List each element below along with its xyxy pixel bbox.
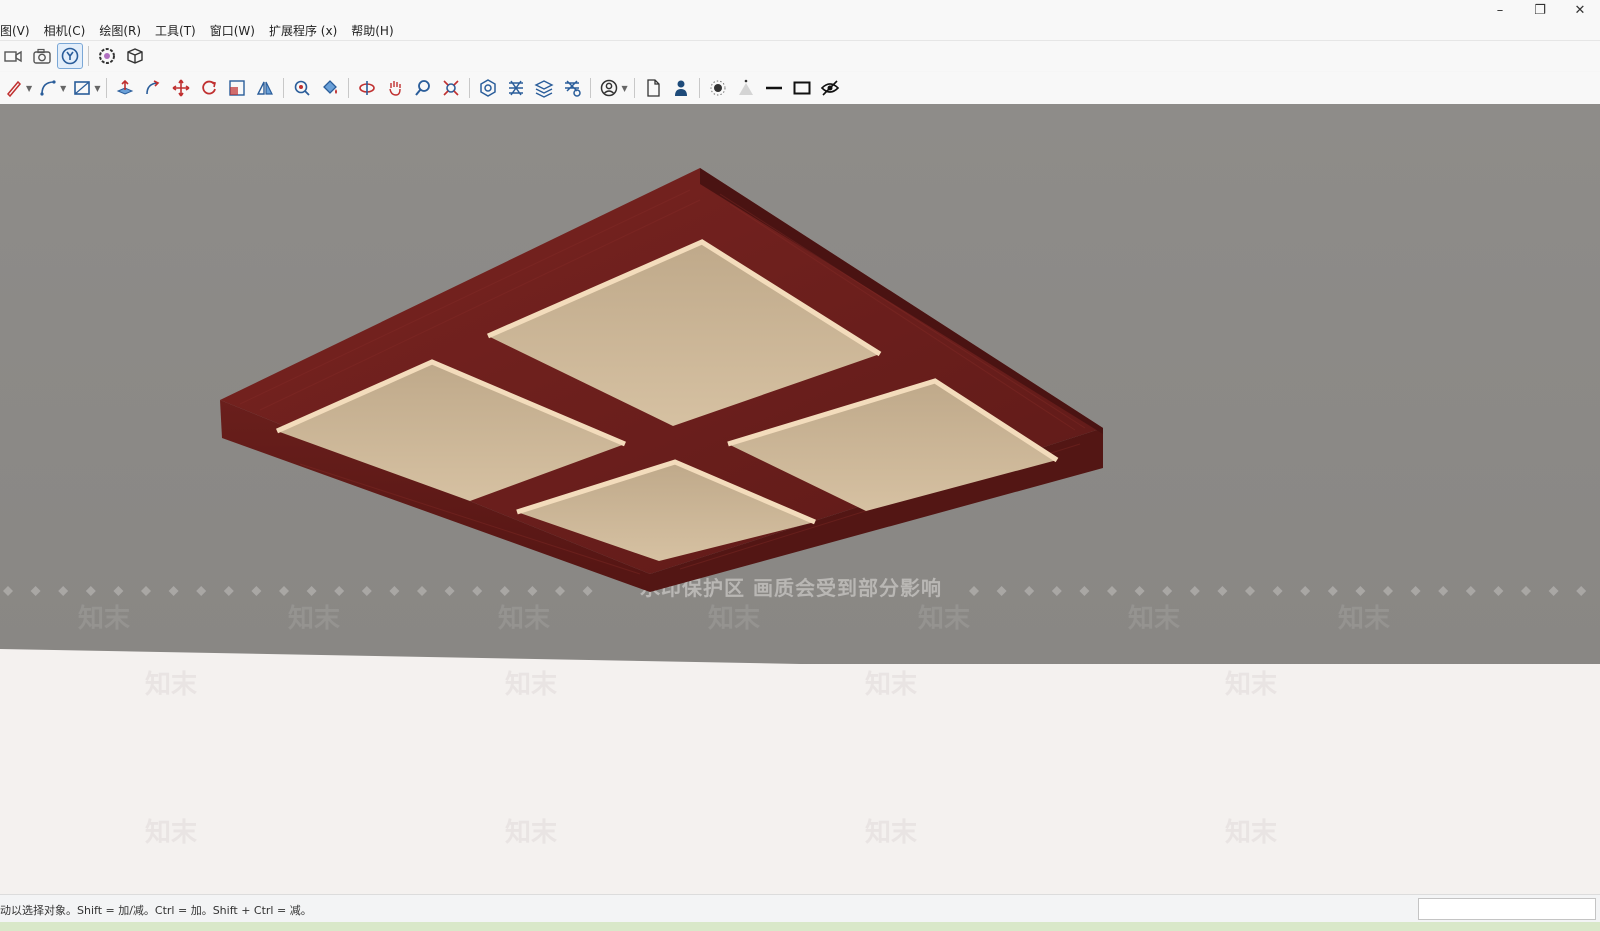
drawing-toolbar: ▼ ▼ ▼ ▼ — [0, 72, 1600, 104]
brand-watermark: 知末 — [1128, 604, 1181, 634]
camera-toolbar — [0, 40, 1600, 71]
toolbar-separator — [106, 78, 108, 98]
restore-button[interactable]: ❐ — [1520, 0, 1560, 20]
toolbar-separator — [633, 78, 635, 98]
extension-manager-icon[interactable] — [559, 75, 585, 101]
brand-watermark: 知末 — [145, 818, 198, 848]
brand-watermark: 知末 — [1225, 818, 1278, 848]
menu-help[interactable]: 帮助(H) — [351, 22, 393, 39]
ceiling-model — [220, 168, 1103, 592]
brand-watermark: 知末 — [505, 818, 558, 848]
warehouse-icon[interactable] — [475, 75, 501, 101]
component-box-icon[interactable] — [122, 43, 148, 69]
brand-watermark: 知末 — [865, 818, 918, 848]
toolbar-separator — [283, 78, 285, 98]
settings-gear-icon[interactable] — [94, 43, 120, 69]
window-controls: – ❐ ✕ — [1480, 0, 1600, 20]
orbit-icon[interactable] — [354, 75, 380, 101]
menu-camera[interactable]: 相机(C) — [44, 22, 86, 39]
menu-bar: 图(V) 相机(C) 绘图(R) 工具(T) 窗口(W) 扩展程序 (x) 帮助… — [0, 20, 408, 40]
title-bar: 图(V) 相机(C) 绘图(R) 工具(T) 窗口(W) 扩展程序 (x) 帮助… — [0, 0, 1600, 40]
menu-view[interactable]: 图(V) — [0, 22, 30, 39]
taskbar-strip — [0, 922, 1600, 931]
layers-icon[interactable] — [531, 75, 557, 101]
orbit-y-icon[interactable] — [57, 43, 83, 69]
account-icon[interactable] — [596, 75, 622, 101]
brand-watermark: 知末 — [288, 604, 341, 634]
rectangle-icon[interactable] — [69, 75, 95, 101]
hide-eye-icon[interactable] — [817, 75, 843, 101]
zoom-extents-icon[interactable] — [438, 75, 464, 101]
status-hint: 动以选择对象。Shift = 加/减。Ctrl = 加。Shift + Ctrl… — [0, 904, 312, 917]
zoom-icon[interactable] — [410, 75, 436, 101]
section-plane-icon[interactable] — [789, 75, 815, 101]
brand-watermark: 知末 — [865, 670, 918, 700]
toolbar-separator — [88, 46, 89, 66]
new-document-icon[interactable] — [640, 75, 666, 101]
toolbar-separator — [348, 78, 350, 98]
brand-watermark: 知末 — [78, 604, 131, 634]
arc-icon[interactable] — [35, 75, 61, 101]
shadow-sun-icon[interactable] — [705, 75, 731, 101]
model-viewport[interactable]: 水印保护区 画质会受到部分影响 知末 知末 知末 知末 知末 知末 知末 知末 … — [0, 104, 1600, 894]
video-camera-icon[interactable] — [1, 43, 27, 69]
brand-watermark: 知末 — [145, 670, 198, 700]
tape-measure-icon[interactable] — [289, 75, 315, 101]
extension-warehouse-icon[interactable] — [503, 75, 529, 101]
status-bar: 动以选择对象。Shift = 加/减。Ctrl = 加。Shift + Ctrl… — [0, 894, 1600, 923]
scale-icon[interactable] — [224, 75, 250, 101]
brand-watermark: 知末 — [1338, 604, 1391, 634]
push-pull-icon[interactable] — [112, 75, 138, 101]
brand-watermark: 知末 — [505, 670, 558, 700]
toolbar-separator — [698, 78, 700, 98]
brand-watermark: 知末 — [498, 604, 551, 634]
menu-draw[interactable]: 绘图(R) — [99, 22, 141, 39]
minimize-button[interactable]: – — [1480, 0, 1520, 20]
menu-window[interactable]: 窗口(W) — [210, 22, 255, 39]
flip-icon[interactable] — [252, 75, 278, 101]
rotate-icon[interactable] — [196, 75, 222, 101]
menu-extensions[interactable]: 扩展程序 (x) — [269, 22, 337, 39]
line-style-icon[interactable] — [761, 75, 787, 101]
brand-watermark: 知末 — [1225, 670, 1278, 700]
user-profile-icon[interactable] — [668, 75, 694, 101]
brand-watermark: 知末 — [918, 604, 971, 634]
pencil-icon[interactable] — [1, 75, 27, 101]
close-button[interactable]: ✕ — [1560, 0, 1600, 20]
toolbar-separator — [469, 78, 471, 98]
menu-tools[interactable]: 工具(T) — [155, 22, 196, 39]
paint-bucket-icon[interactable] — [317, 75, 343, 101]
pan-hand-icon[interactable] — [382, 75, 408, 101]
move-icon[interactable] — [168, 75, 194, 101]
fog-icon[interactable] — [733, 75, 759, 101]
toolbar-separator — [590, 78, 592, 98]
camera-icon[interactable] — [29, 43, 55, 69]
brand-watermark: 知末 — [708, 604, 761, 634]
follow-me-icon[interactable] — [140, 75, 166, 101]
measurements-box[interactable] — [1418, 898, 1596, 920]
